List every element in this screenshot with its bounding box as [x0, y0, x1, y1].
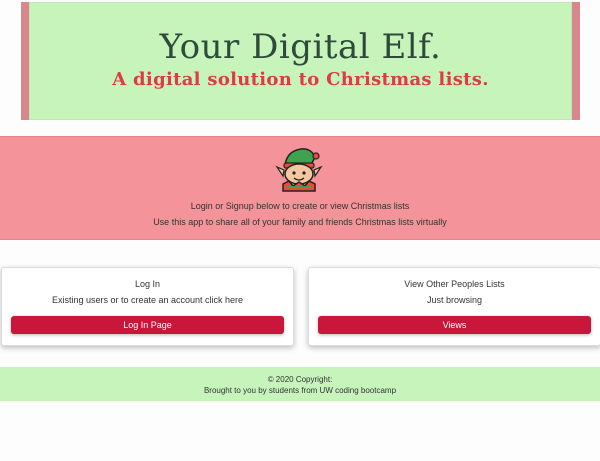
page-title: Your Digital Elf.: [159, 27, 442, 67]
view-lists-card-title: View Other Peoples Lists: [404, 279, 505, 289]
intro-banner: Login or Signup below to create or view …: [0, 136, 600, 240]
login-card-title: Log In: [134, 279, 161, 289]
view-lists-card: View Other Peoples Lists Just browsing V…: [308, 267, 600, 346]
elf-icon: [275, 148, 323, 192]
login-card-text: Existing users or to create an account c…: [51, 295, 244, 305]
login-card: Log In Existing users or to create an ac…: [1, 267, 294, 346]
footer-credit: Brought to you by students from UW codin…: [203, 386, 397, 395]
view-lists-card-text: Just browsing: [426, 295, 483, 305]
header-frame: Your Digital Elf. A digital solution to …: [21, 2, 580, 120]
intro-line-1: Login or Signup below to create or view …: [190, 201, 410, 211]
header: Your Digital Elf. A digital solution to …: [29, 2, 572, 120]
footer-copyright: © 2020 Copyright:: [267, 375, 333, 384]
intro-line-2: Use this app to share all of your family…: [153, 217, 447, 227]
views-button[interactable]: Views: [318, 316, 591, 334]
footer: © 2020 Copyright: Brought to you by stud…: [0, 367, 600, 401]
page-subtitle: A digital solution to Christmas lists.: [112, 69, 489, 90]
login-page-button[interactable]: Log In Page: [11, 316, 284, 334]
